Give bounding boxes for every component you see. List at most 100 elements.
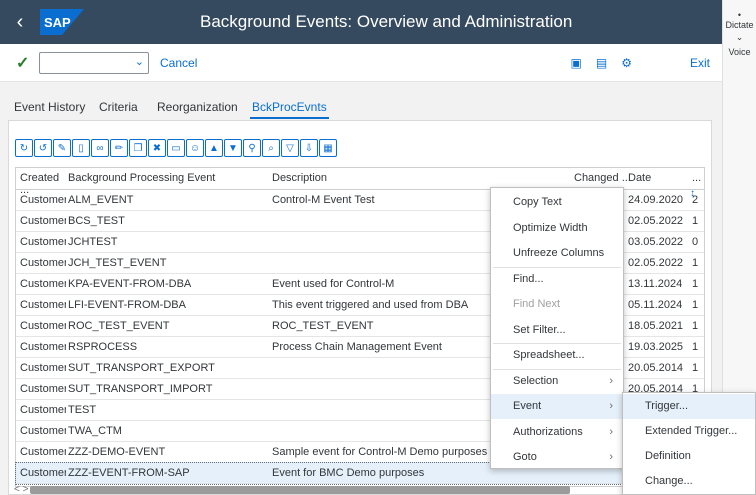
glasses-icon[interactable]: ∞ — [91, 139, 109, 157]
sort-asc-icon[interactable]: ▲ — [205, 139, 223, 157]
cell-event[interactable]: KPA-EVENT-FROM-DBA — [68, 278, 268, 290]
cell-event[interactable]: TWA_CTM — [68, 425, 268, 437]
cell-created[interactable]: Customer — [20, 404, 66, 416]
cell-created[interactable]: Customer — [20, 194, 66, 206]
cell-event[interactable]: TEST — [68, 404, 268, 416]
menu-item-goto[interactable]: Goto › — [491, 445, 623, 470]
copy-icon[interactable]: ❐ — [129, 139, 147, 157]
cell-event[interactable]: ALM_EVENT — [68, 194, 268, 206]
col-date[interactable]: Date — [628, 172, 688, 184]
cell-event[interactable]: BCS_TEST — [68, 215, 268, 227]
calendar-icon[interactable]: ▤ — [596, 56, 607, 70]
menu-item-set-filter[interactable]: Set Filter... — [491, 318, 623, 343]
dictate-button[interactable]: • Dictate — [723, 10, 756, 30]
sort-desc-icon[interactable]: ▼ — [224, 139, 242, 157]
menu-item-spreadsheet[interactable]: Spreadsheet... — [491, 343, 623, 368]
cell-event[interactable]: ROC_TEST_EVENT — [68, 320, 268, 332]
menu-item-selection[interactable]: Selection › — [491, 369, 623, 394]
cell-created[interactable]: Customer — [20, 215, 66, 227]
menu-item-find-next[interactable]: Find Next — [491, 292, 623, 317]
cell-extra[interactable]: 1 — [692, 278, 702, 290]
tab-criteria[interactable]: Criteria — [99, 100, 138, 114]
menu-item-unfreeze-columns[interactable]: Unfreeze Columns — [491, 241, 623, 266]
cancel-button[interactable]: Cancel — [160, 56, 197, 70]
truck-icon[interactable]: ▭ — [167, 139, 185, 157]
cell-date[interactable]: 19.03.2025 — [628, 341, 688, 353]
menu-item-event[interactable]: Event › — [491, 394, 623, 419]
cell-created[interactable]: Customer — [20, 362, 66, 374]
cell-created[interactable]: Customer — [20, 341, 66, 353]
cell-created[interactable]: Customer — [20, 236, 66, 248]
horizontal-scrollbar[interactable] — [30, 486, 570, 494]
cell-extra[interactable]: 0 — [692, 236, 702, 248]
tab-bckprocevnts[interactable]: BckProcEvnts — [250, 100, 329, 119]
cell-created[interactable]: Customer — [20, 446, 66, 458]
cell-event[interactable]: RSPROCESS — [68, 341, 268, 353]
menu-item-authorizations[interactable]: Authorizations › — [491, 420, 623, 445]
menu-item-optimize-width[interactable]: Optimize Width — [491, 216, 623, 241]
cell-event[interactable]: SUT_TRANSPORT_IMPORT — [68, 383, 268, 395]
cell-extra[interactable]: 1 — [692, 362, 702, 374]
scroll-up-down-icon[interactable]: ↕ — [690, 188, 695, 199]
chevron-down-icon[interactable]: ⌄ — [135, 55, 144, 68]
cell-event[interactable]: JCHTEST — [68, 236, 268, 248]
layout-grid-icon[interactable]: ▦ — [319, 139, 337, 157]
cell-date[interactable]: 18.05.2021 — [628, 320, 688, 332]
customize-icon[interactable]: ⚙ — [621, 56, 632, 70]
cell-created[interactable]: Customer — [20, 383, 66, 395]
cell-extra[interactable]: 1 — [692, 320, 702, 332]
refresh-icon[interactable]: ↻ — [15, 139, 33, 157]
col-changed[interactable]: Changed ... — [574, 172, 631, 184]
document-icon[interactable]: ▯ — [72, 139, 90, 157]
cell-date[interactable]: 24.09.2020 — [628, 194, 688, 206]
cell-created[interactable]: Customer — [20, 320, 66, 332]
cell-event[interactable]: ZZZ-DEMO-EVENT — [68, 446, 268, 458]
tab-event-history[interactable]: Event History — [14, 100, 85, 114]
chevron-down-icon[interactable]: ⌄ — [723, 32, 756, 43]
delete-icon[interactable]: ✖ — [148, 139, 166, 157]
enter-check-icon[interactable]: ✓ — [16, 53, 29, 73]
submenu-item-change[interactable]: Change... — [623, 469, 755, 494]
cell-date[interactable]: 13.11.2024 — [628, 278, 688, 290]
col-more[interactable]: ... — [692, 172, 702, 184]
col-event[interactable]: Background Processing Event — [68, 172, 268, 184]
cell-date[interactable]: 20.05.2014 — [628, 362, 688, 374]
submenu-item-trigger[interactable]: Trigger... — [623, 394, 755, 419]
search-icon[interactable]: ⚲ — [243, 139, 261, 157]
cell-created[interactable]: Customer — [20, 257, 66, 269]
cell-created[interactable]: Customer — [20, 467, 66, 479]
cell-created[interactable]: Customer — [20, 425, 66, 437]
cell-date[interactable]: 02.05.2022 — [628, 215, 688, 227]
users-icon[interactable]: ☺ — [186, 139, 204, 157]
menu-item-copy-text[interactable]: Copy Text — [491, 190, 623, 215]
edit-icon[interactable]: ✏ — [110, 139, 128, 157]
cell-created[interactable]: Customer — [20, 299, 66, 311]
scroll-arrows-icon[interactable]: < > — [14, 484, 28, 495]
tab-reorganization[interactable]: Reorganization — [157, 100, 238, 114]
command-field[interactable]: ⌄ — [39, 52, 149, 74]
cell-event[interactable]: SUT_TRANSPORT_EXPORT — [68, 362, 268, 374]
exit-button[interactable]: Exit — [690, 56, 710, 70]
cell-date[interactable]: 03.05.2022 — [628, 236, 688, 248]
cell-extra[interactable]: 1 — [692, 215, 702, 227]
search-next-icon[interactable]: ⌕ — [262, 139, 280, 157]
window-icon[interactable]: ▣ — [571, 56, 582, 70]
cell-event[interactable]: ZZZ-EVENT-FROM-SAP — [68, 467, 268, 479]
cell-event[interactable]: LFI-EVENT-FROM-DBA — [68, 299, 268, 311]
cell-extra[interactable]: 1 — [692, 299, 702, 311]
submenu-item-definition[interactable]: Definition — [623, 444, 755, 469]
cell-extra[interactable]: 1 — [692, 341, 702, 353]
cell-event[interactable]: JCH_TEST_EVENT — [68, 257, 268, 269]
cell-extra[interactable]: 1 — [692, 257, 702, 269]
menu-item-find[interactable]: Find... — [491, 267, 623, 292]
back-button[interactable]: ‹ — [0, 0, 40, 44]
cell-date[interactable]: 05.11.2024 — [628, 299, 688, 311]
cell-created[interactable]: Customer — [20, 278, 66, 290]
filter-icon[interactable]: ▽ — [281, 139, 299, 157]
cell-date[interactable]: 02.05.2022 — [628, 257, 688, 269]
refresh2-icon[interactable]: ↺ — [34, 139, 52, 157]
col-description[interactable]: Description — [272, 172, 572, 184]
submenu-item-extended-trigger[interactable]: Extended Trigger... — [623, 419, 755, 444]
pencil-check-icon[interactable]: ✎ — [53, 139, 71, 157]
export-icon[interactable]: ⇩ — [300, 139, 318, 157]
